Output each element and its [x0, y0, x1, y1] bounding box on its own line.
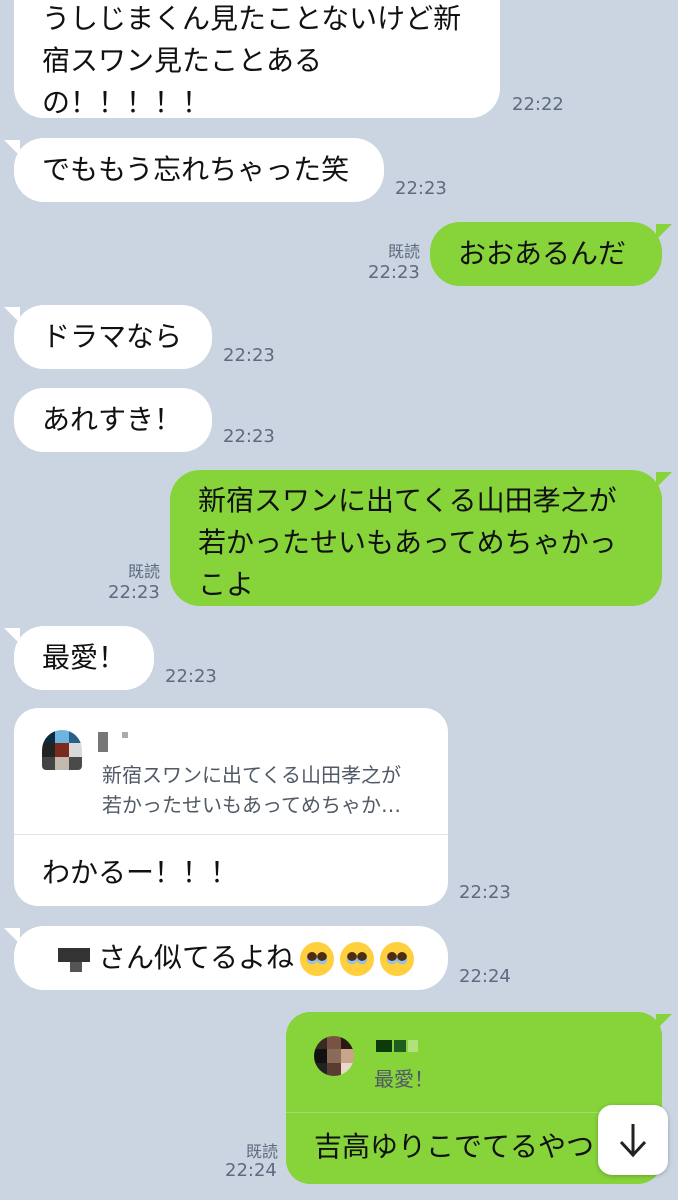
read-receipt: 既読	[127, 562, 160, 581]
quoted-message[interactable]: 最愛！	[374, 1064, 434, 1094]
arrow-down-icon	[619, 1124, 647, 1158]
message-text: 吉高ゆりこでてるやつ	[314, 1130, 595, 1163]
message-line: の！！！！！	[42, 86, 211, 119]
bubble-tail	[656, 224, 672, 240]
quoted-sender-name	[98, 732, 128, 752]
quote-divider	[14, 834, 448, 835]
scroll-to-bottom-button[interactable]	[598, 1105, 668, 1175]
pleading-face-icon	[340, 942, 375, 976]
message-line: 新宿スワンに出てくる山田孝之が	[198, 484, 617, 517]
quoted-sender-name	[376, 1040, 418, 1052]
message-time: 22:23	[223, 345, 275, 366]
message-text: 最愛！	[42, 641, 127, 674]
message-text: さん似てるよね	[98, 941, 295, 974]
message-time: 22:23	[395, 178, 447, 199]
quoted-avatar	[42, 730, 82, 770]
message-bubble[interactable]: あれすき！	[14, 388, 212, 452]
message-time: 22:24	[225, 1160, 277, 1181]
message-time: 22:23	[165, 666, 217, 687]
message-bubble[interactable]: おおあるんだ	[430, 222, 662, 286]
message-time: 22:23	[368, 262, 420, 283]
message-bubble[interactable]: でももう忘れちゃった笑	[14, 138, 384, 202]
bubble-tail	[656, 472, 672, 488]
message-time: 22:23	[459, 882, 511, 903]
name-mosaic	[42, 944, 98, 974]
read-receipt: 既読	[245, 1142, 278, 1161]
message-bubble[interactable]: 新宿スワンに出てくる山田孝之が 若かったせいもあってめちゃかっ こよ	[170, 470, 662, 606]
message-bubble[interactable]: さん似てるよね	[14, 926, 448, 990]
message-line: こよ	[198, 568, 255, 601]
message-line: 若かったせいもあってめちゃかっ	[198, 526, 617, 559]
pleading-face-icon	[300, 942, 335, 976]
message-text: ドラマなら	[42, 320, 183, 353]
read-receipt: 既読	[387, 242, 420, 261]
message-bubble[interactable]: 最愛！	[14, 626, 154, 690]
message-text: おおあるんだ	[458, 237, 627, 270]
message-line: うしじまくん見たことないけど新	[42, 2, 462, 35]
message-time: 22:24	[459, 966, 511, 987]
quoted-avatar	[314, 1036, 354, 1076]
message-text: わかるー！！！	[42, 856, 239, 889]
bubble-tail	[656, 1014, 672, 1030]
quoted-line: 若かったせいもあってめちゃか…	[102, 793, 401, 817]
message-text: あれすき！	[42, 403, 183, 436]
reply-bubble[interactable]: 新宿スワンに出てくる山田孝之が 若かったせいもあってめちゃか… わかるー！！！	[14, 708, 448, 906]
quoted-line: 新宿スワンに出てくる山田孝之が	[102, 763, 401, 787]
quoted-message[interactable]: 新宿スワンに出てくる山田孝之が 若かったせいもあってめちゃか…	[102, 760, 401, 820]
message-text: でももう忘れちゃった笑	[42, 153, 350, 186]
message-bubble[interactable]: うしじまくん見たことないけど新 宿スワン見たことある の！！！！！	[14, 0, 500, 119]
message-line: 宿スワン見たことある	[42, 44, 323, 77]
message-time: 22:23	[223, 426, 275, 447]
message-bubble[interactable]: ドラマなら	[14, 305, 212, 369]
message-time: 22:22	[512, 94, 564, 115]
pleading-face-icon	[380, 942, 415, 976]
message-time: 22:23	[108, 582, 160, 603]
